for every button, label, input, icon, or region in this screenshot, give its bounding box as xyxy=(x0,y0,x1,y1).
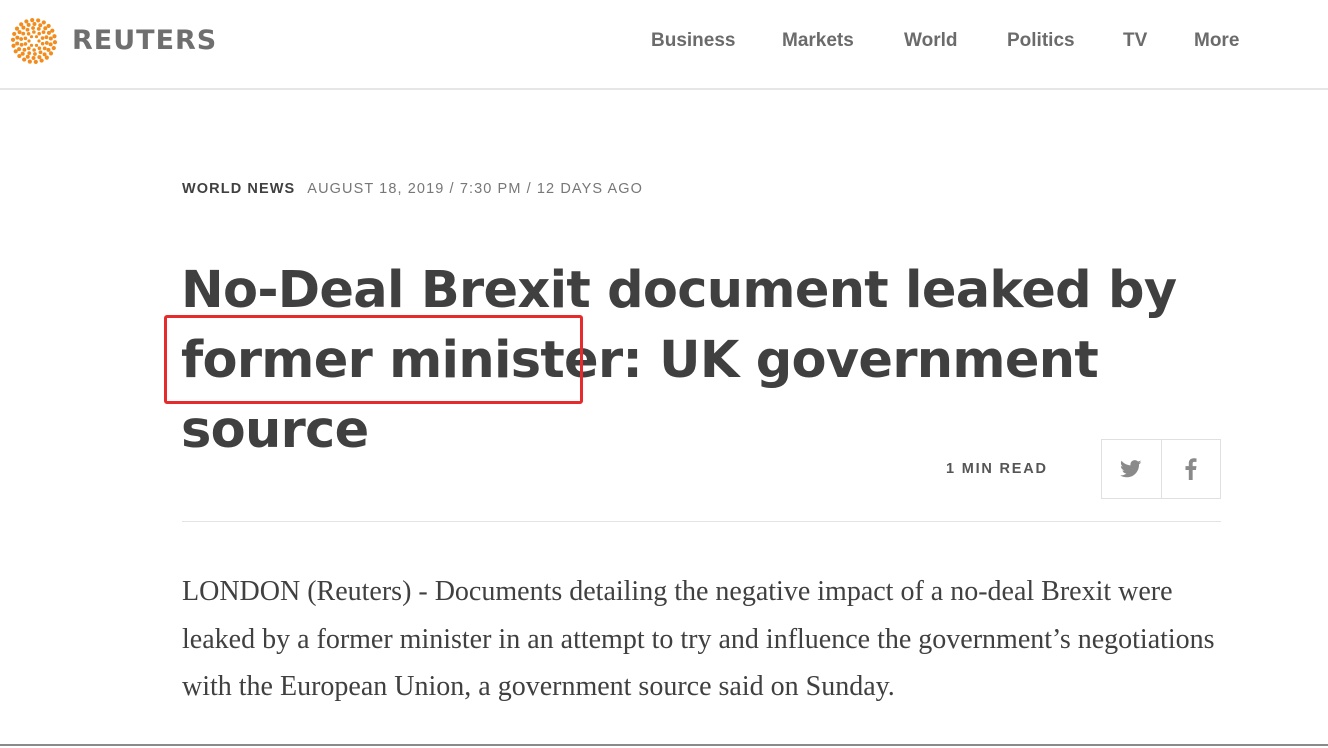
article-dateline: AUGUST 18, 2019 / 7:30 PM / 12 DAYS AGO xyxy=(307,181,644,197)
nav-politics[interactable]: Politics xyxy=(1007,30,1075,52)
nav-more[interactable]: More xyxy=(1194,30,1239,52)
main-nav: Business Markets World Politics TV More xyxy=(0,30,1328,56)
article-divider xyxy=(182,521,1221,522)
facebook-icon xyxy=(1185,458,1197,480)
nav-world[interactable]: World xyxy=(904,30,957,52)
article-body-paragraph: LONDON (Reuters) - Documents detailing t… xyxy=(182,576,1215,702)
facebook-share-button[interactable] xyxy=(1160,440,1220,498)
article-headline: No-Deal Brexit document leaked by former… xyxy=(181,261,1177,460)
site-header: REUTERS Business Markets World Politics … xyxy=(0,0,1328,90)
nav-markets[interactable]: Markets xyxy=(782,30,854,52)
section-link[interactable]: WORLD NEWS xyxy=(182,181,295,197)
window-bottom-edge xyxy=(0,744,1328,746)
nav-business[interactable]: Business xyxy=(651,30,735,52)
share-buttons xyxy=(1101,439,1221,499)
twitter-icon xyxy=(1120,460,1142,478)
twitter-share-button[interactable] xyxy=(1102,440,1161,498)
nav-tv[interactable]: TV xyxy=(1123,30,1147,52)
article-kicker: WORLD NEWS AUGUST 18, 2019 / 7:30 PM / 12… xyxy=(182,181,643,197)
read-time: 1 MIN READ xyxy=(946,461,1048,477)
